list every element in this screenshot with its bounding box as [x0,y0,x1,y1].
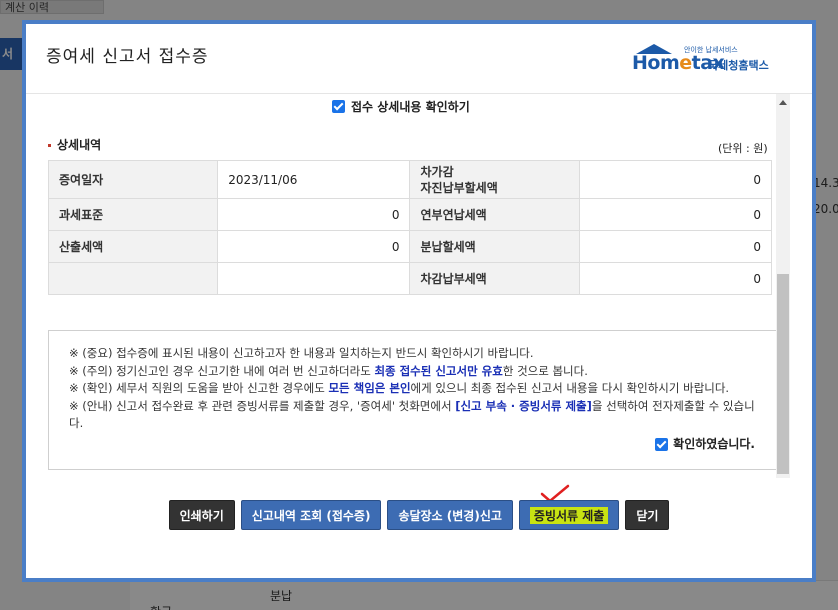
modal-body: 접수 상세내용 확인하기 상세내역 (단위 : 원) 증여일자 2023/11/… [26,94,812,478]
table-label: 차감납부세액 [409,262,580,295]
checkbox-checked-icon[interactable] [332,100,345,113]
table-row: 증여일자 2023/11/06 차가감 자진납부할세액 0 [47,160,773,199]
table-value: 0 [578,198,773,231]
table-value: 0 [217,198,411,231]
table-label: 차가감 자진납부할세액 [409,160,580,199]
evidence-submit-label: 증빙서류 제출 [529,506,609,524]
confirm-read-checkbox[interactable]: 확인하였습니다. [655,436,755,454]
table-row: 산출세액 0 분납할세액 0 [47,230,773,263]
table-value: 0 [578,230,773,263]
table-value: 0 [217,230,411,263]
modal-title: 증여세 신고서 접수증 [46,47,209,67]
notice-line: ※ (주의) 정기신고인 경우 신고기한 내에 여러 번 신고하더라도 최종 접… [69,363,588,378]
logo-korean: 국세청홈택스 [708,59,769,72]
section-title: 상세내역 [48,136,101,153]
notice-line: ※ (확인) 세무서 직원의 도움을 받아 신고한 경우에도 모든 책임은 본인… [69,381,730,395]
close-button[interactable]: 닫기 [625,500,670,530]
table-label: 증여일자 [47,160,219,199]
address-change-button[interactable]: 송달장소 (변경)신고 [387,500,513,530]
detail-table: 증여일자 2023/11/06 차가감 자진납부할세액 0 과세표준 0 연부연납… [47,160,773,295]
table-value: 2023/11/06 [217,160,411,199]
table-value: 0 [578,160,773,199]
notice-box: ※ (중요) 접수증에 표시된 내용이 신고하고자 한 내용과 일치하는지 반드… [48,330,780,470]
hometax-logo: 안이한 납세서비스 Hometax 국세청홈택스 [632,44,774,76]
table-value [217,262,411,295]
confirm-detail-label: 접수 상세내용 확인하기 [351,100,470,114]
scroll-up-arrow-icon[interactable] [779,100,787,105]
scrollbar-thumb[interactable] [777,274,789,474]
unit-label: (단위 : 원) [718,142,768,155]
button-bar: 인쇄하기 신고내역 조회 (접수증) 송달장소 (변경)신고 증빙서류 제출 닫… [26,500,812,530]
table-label: 분납할세액 [409,230,580,263]
notice-line: ※ (안내) 신고서 접수완료 후 관련 증빙서류를 제출할 경우, '증여세'… [69,398,755,431]
table-label: 연부연납세액 [409,198,580,231]
table-value: 0 [578,262,773,295]
evidence-submit-button[interactable]: 증빙서류 제출 [518,500,620,530]
confirm-read-label: 확인하였습니다. [673,436,755,451]
history-button[interactable]: 신고내역 조회 (접수증) [240,500,382,530]
table-label [47,262,219,295]
modal-header: 증여세 신고서 접수증 안이한 납세서비스 Hometax 국세청홈택스 [26,24,812,94]
checkbox-checked-icon[interactable] [655,437,669,451]
table-label: 과세표준 [47,198,219,231]
receipt-modal: 증여세 신고서 접수증 안이한 납세서비스 Hometax 국세청홈택스 접수 … [22,20,816,582]
table-row: 과세표준 0 연부연납세액 0 [47,198,773,231]
scrollbar[interactable] [776,94,790,478]
confirm-detail-checkbox[interactable]: 접수 상세내용 확인하기 [332,98,470,115]
table-row: 차감납부세액 0 [47,262,773,295]
table-label: 산출세액 [47,230,219,263]
notice-line: ※ (중요) 접수증에 표시된 내용이 신고하고자 한 내용과 일치하는지 반드… [69,346,534,360]
print-button[interactable]: 인쇄하기 [168,500,235,530]
